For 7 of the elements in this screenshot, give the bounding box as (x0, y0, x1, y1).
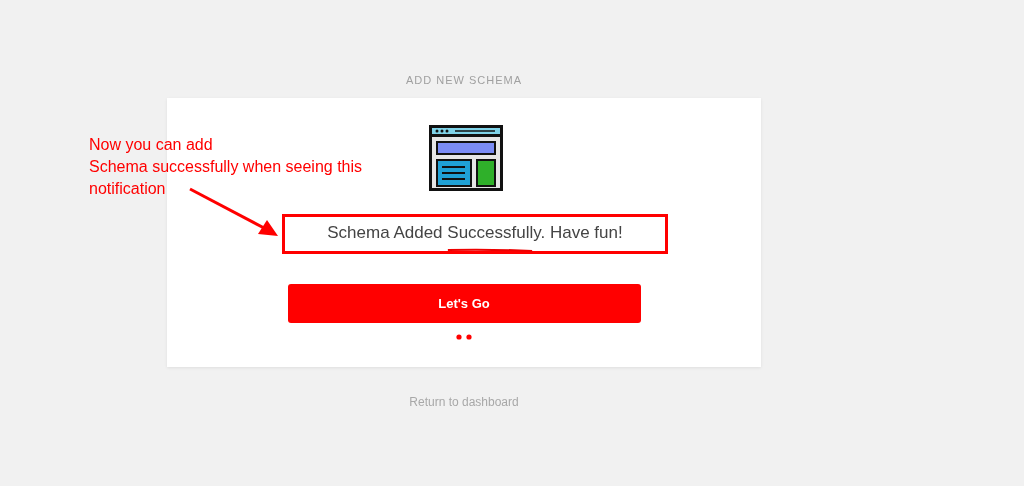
return-link[interactable]: Return to dashboard (167, 395, 761, 409)
page-title: ADD NEW SCHEMA (404, 73, 524, 86)
annotation-note: Now you can add Schema successfully when seeing this notification (89, 135, 363, 199)
loading-dots-icon (456, 334, 472, 340)
success-message: Schema Added Successfully. Have fun! (327, 224, 623, 242)
lets-go-button[interactable]: Let's Go (287, 284, 641, 323)
web-page-icon (429, 125, 503, 191)
